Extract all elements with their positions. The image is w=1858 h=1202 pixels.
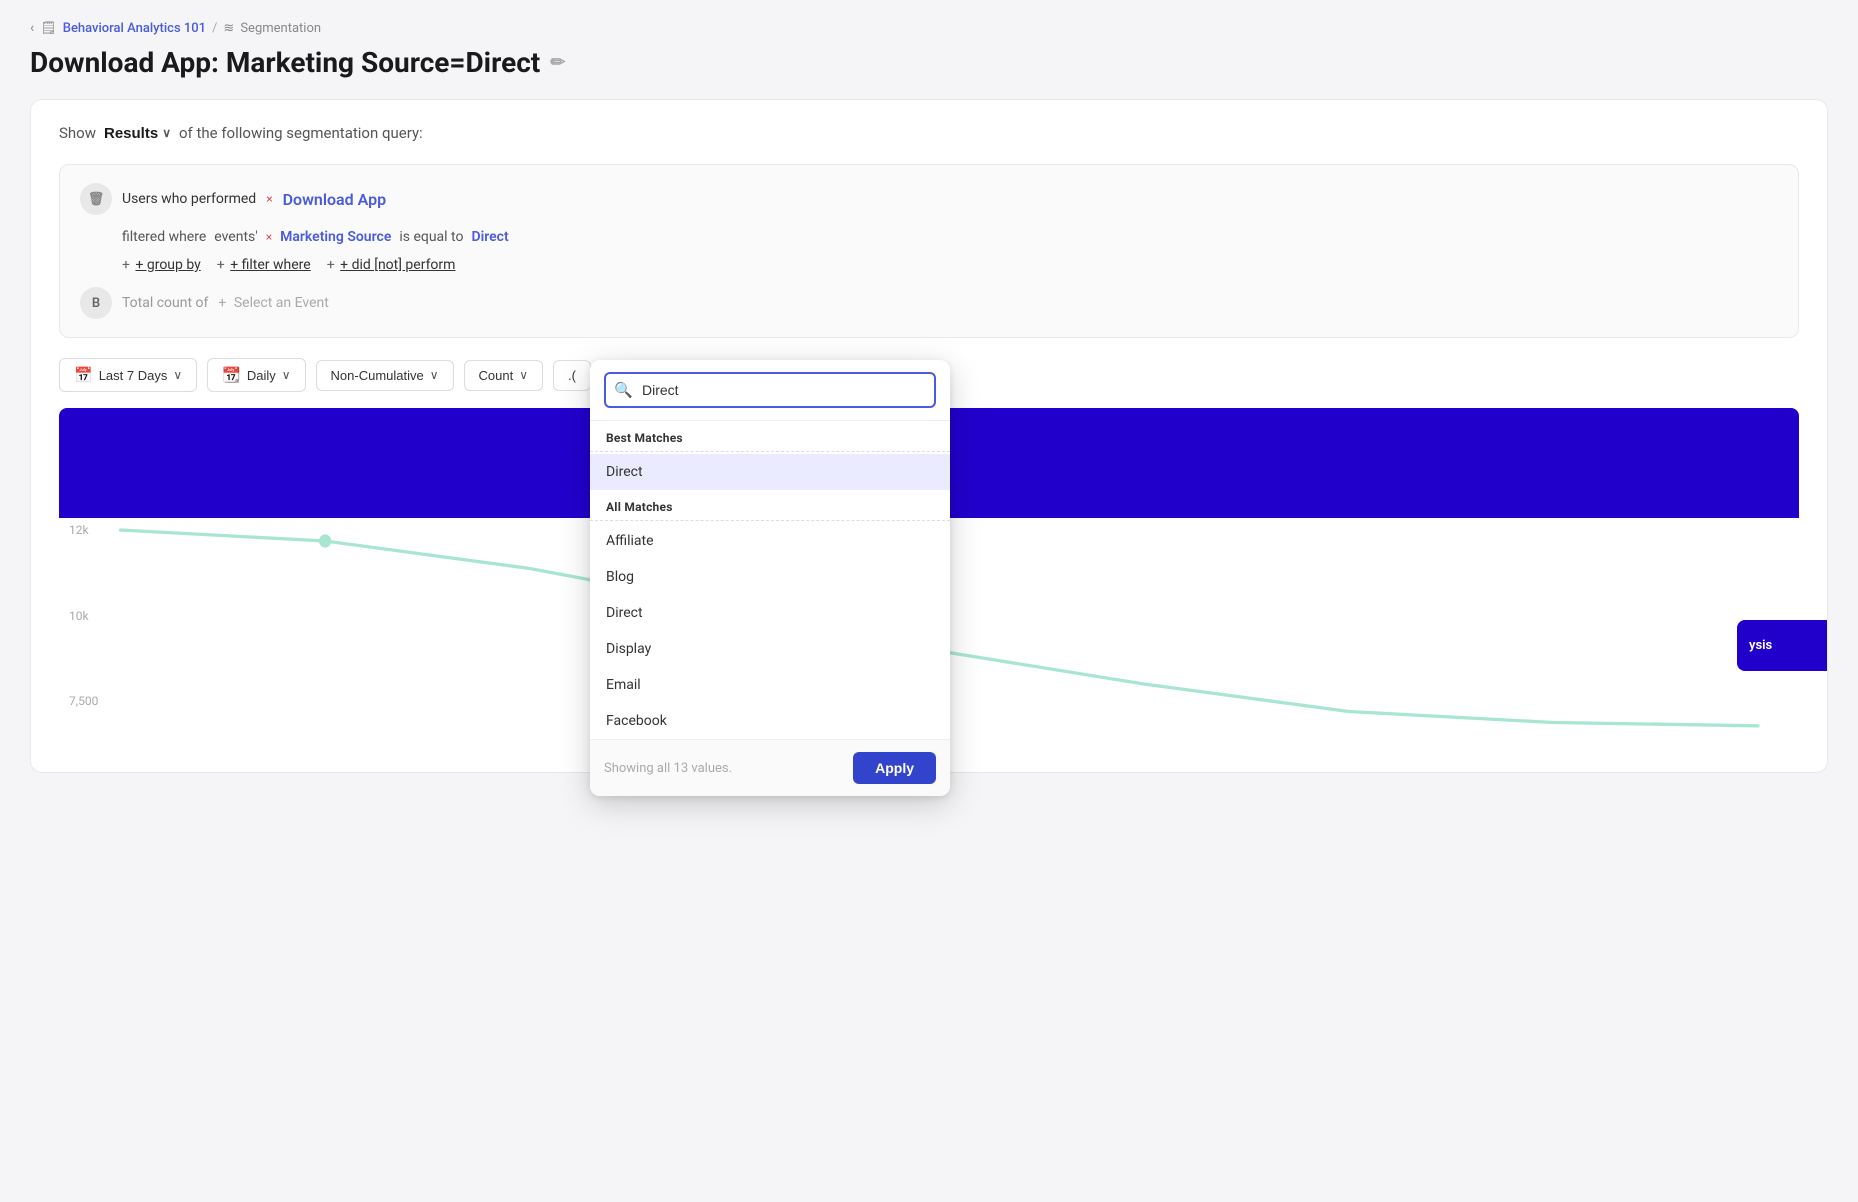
filter-where2-plus: +: [217, 257, 225, 273]
dropdown-item-facebook[interactable]: Facebook: [590, 703, 950, 739]
results-chevron: ∨: [162, 126, 171, 140]
cumulative-button[interactable]: Non-Cumulative ∨: [316, 360, 454, 391]
dropdown-item-direct-all[interactable]: Direct: [590, 595, 950, 631]
date-range-label: Last 7 Days: [99, 368, 168, 383]
date-range-button[interactable]: 📅 Last 7 Days ∨: [59, 358, 197, 392]
download-app-link[interactable]: Download App: [283, 190, 387, 209]
group-by-link[interactable]: + + group by: [122, 257, 201, 273]
page-title: Download App: Marketing Source=Direct: [30, 46, 540, 79]
interval-chevron: ∨: [282, 368, 291, 382]
dropdown-search-input[interactable]: [604, 372, 936, 408]
dropdown-item-display[interactable]: Display: [590, 631, 950, 667]
event-x-icon[interactable]: ×: [266, 192, 272, 206]
showing-text: Showing all 13 values.: [604, 761, 732, 776]
select-event-label[interactable]: Select an Event: [234, 295, 329, 311]
total-count-label: Total count of: [122, 295, 208, 311]
seg-icon: ≋: [223, 21, 234, 36]
did-not-plus: +: [327, 257, 335, 273]
right-panel-hint: ysis: [1737, 620, 1827, 671]
notebook-icon: 🗒: [40, 21, 57, 36]
breadcrumb-notebook[interactable]: Behavioral Analytics 101: [63, 21, 206, 36]
direct-value-link[interactable]: Direct: [471, 229, 508, 245]
did-not-text[interactable]: + did [not] perform: [340, 257, 455, 273]
metric-chevron: ∨: [519, 368, 528, 382]
filter-where2-link[interactable]: + + filter where: [217, 257, 311, 273]
action-row: + + group by + + filter where + + did [n…: [122, 257, 1778, 273]
group-by-text[interactable]: + group by: [135, 257, 200, 273]
extra-button[interactable]: .(: [553, 360, 591, 391]
select-event-button[interactable]: + Select an Event: [218, 295, 328, 311]
breadcrumb-sep: /: [212, 21, 217, 36]
interval-cal-icon: 📆: [222, 366, 241, 384]
breadcrumb-segmentation[interactable]: Segmentation: [240, 21, 321, 36]
query-row-a: 🗑 Users who performed × Download App: [80, 183, 1778, 215]
users-who-performed: Users who performed: [122, 191, 256, 207]
marketing-source-link[interactable]: Marketing Source: [280, 229, 391, 245]
dropdown-footer: Showing all 13 values. Apply: [590, 739, 950, 796]
best-matches-divider: [590, 451, 950, 452]
show-label: Show: [59, 124, 96, 142]
did-not-perform-link[interactable]: + + did [not] perform: [327, 257, 456, 273]
is-equal-to-label: is equal to: [399, 229, 463, 245]
page-title-row: Download App: Marketing Source=Direct ✏: [30, 46, 1828, 79]
show-results-row: Show Results ∨ of the following segmenta…: [59, 124, 1799, 142]
cumulative-chevron: ∨: [430, 368, 439, 382]
date-chevron: ∨: [173, 368, 182, 382]
events-tick-label: events': [214, 229, 257, 245]
b-badge: B: [80, 287, 112, 319]
select-event-plus: +: [218, 295, 226, 311]
back-arrow[interactable]: ‹: [30, 20, 34, 36]
search-input-wrapper: 🔍: [604, 372, 936, 408]
all-matches-divider: [590, 520, 950, 521]
group-by-plus: +: [122, 257, 130, 273]
dropdown-overlay: 🔍 Best Matches Direct All Matches Affili…: [590, 360, 950, 796]
edit-icon[interactable]: ✏: [550, 52, 565, 73]
best-matches-label: Best Matches: [590, 421, 950, 449]
dropdown-search-box: 🔍: [590, 360, 950, 421]
dropdown-item-direct-best[interactable]: Direct: [590, 454, 950, 490]
query-row-b: B Total count of + Select an Event: [80, 287, 1778, 319]
cumulative-label: Non-Cumulative: [331, 368, 424, 383]
results-label: Results: [104, 125, 158, 142]
trash-badge[interactable]: 🗑: [80, 183, 112, 215]
dropdown-item-affiliate[interactable]: Affiliate: [590, 523, 950, 559]
page-container: ‹ 🗒 Behavioral Analytics 101 / ≋ Segment…: [0, 0, 1858, 1202]
date-cal-icon: 📅: [74, 366, 93, 384]
apply-button[interactable]: Apply: [853, 752, 936, 784]
prop-x-icon[interactable]: ×: [266, 230, 272, 244]
interval-label: Daily: [247, 368, 276, 383]
extra-label: .(: [568, 368, 576, 383]
filter-row: filtered where events' × Marketing Sourc…: [122, 229, 1778, 245]
breadcrumb: ‹ 🗒 Behavioral Analytics 101 / ≋ Segment…: [30, 20, 1828, 36]
all-matches-label: All Matches: [590, 490, 950, 518]
metric-label: Count: [479, 368, 514, 383]
panel-label-ysis: ysis: [1749, 638, 1815, 653]
filtered-where-label: filtered where: [122, 229, 206, 245]
results-button[interactable]: Results ∨: [104, 125, 171, 142]
show-suffix: of the following segmentation query:: [179, 124, 423, 142]
metric-button[interactable]: Count ∨: [464, 360, 544, 391]
filter-where2-text[interactable]: + filter where: [230, 257, 311, 273]
search-icon: 🔍: [614, 381, 633, 399]
interval-button[interactable]: 📆 Daily ∨: [207, 358, 305, 392]
dropdown-item-blog[interactable]: Blog: [590, 559, 950, 595]
dropdown-item-email[interactable]: Email: [590, 667, 950, 703]
query-section: 🗑 Users who performed × Download App fil…: [59, 164, 1799, 338]
